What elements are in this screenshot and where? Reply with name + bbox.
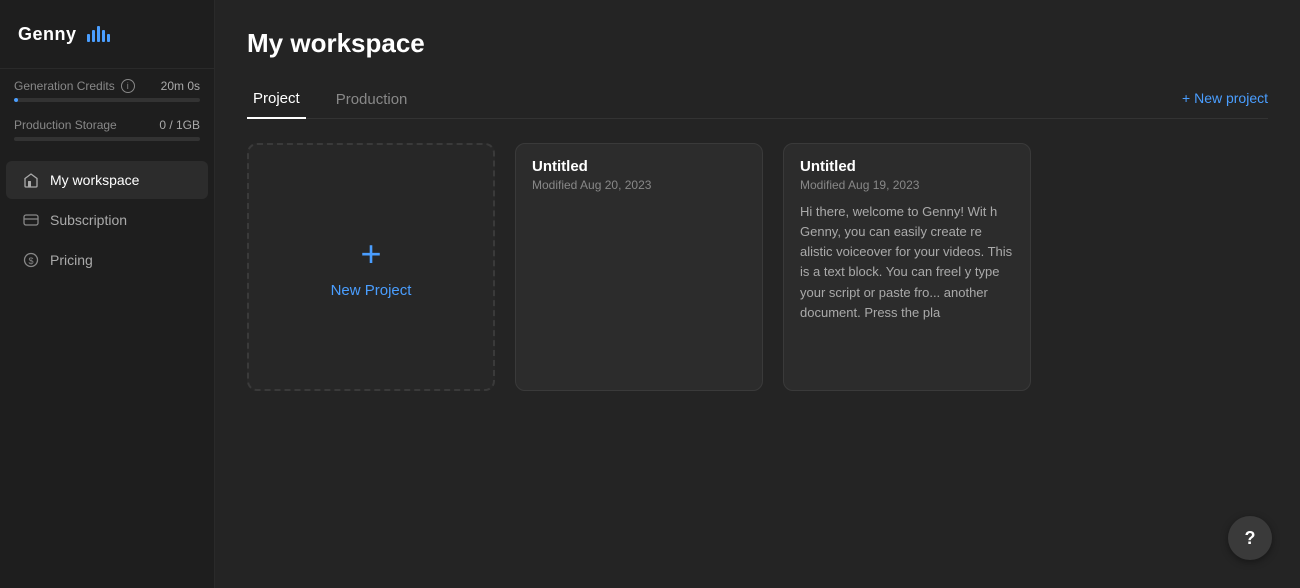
sidebar-item-pricing[interactable]: $ Pricing (6, 241, 208, 279)
logo-icon (87, 26, 110, 42)
storage-progress-bar (14, 137, 200, 141)
tab-production[interactable]: Production (330, 81, 414, 118)
credits-value: 20m 0s (161, 79, 200, 93)
project-card-2[interactable]: Untitled Modified Aug 19, 2023 Hi there,… (783, 143, 1031, 391)
logo-bar-1 (87, 34, 90, 42)
card-date-2: Modified Aug 19, 2023 (800, 178, 1014, 192)
help-button[interactable]: ? (1228, 516, 1272, 560)
storage-value: 0 / 1GB (159, 118, 200, 132)
new-project-button[interactable]: + New project (1182, 82, 1268, 114)
credits-section: Generation Credits i 20m 0s (0, 68, 214, 108)
card-date-1: Modified Aug 20, 2023 (532, 178, 746, 192)
new-project-plus-icon: + (360, 236, 381, 272)
storage-label-text: Production Storage (14, 118, 117, 132)
new-project-card[interactable]: + New Project (247, 143, 495, 391)
home-icon (22, 171, 40, 189)
sidebar: Genny Generation Credits i 20m 0s Produc… (0, 0, 215, 588)
subscription-icon (22, 211, 40, 229)
main-header: My workspace Project Production + New pr… (215, 0, 1300, 119)
storage-label-row: Production Storage 0 / 1GB (14, 118, 200, 132)
sidebar-nav: My workspace Subscription $ Pricing (0, 151, 214, 588)
logo-bar-4 (102, 30, 105, 42)
tab-project[interactable]: Project (247, 80, 306, 119)
card-header-2: Untitled Modified Aug 19, 2023 (784, 144, 1030, 202)
storage-section: Production Storage 0 / 1GB (0, 108, 214, 151)
sidebar-item-subscription[interactable]: Subscription (6, 201, 208, 239)
card-title-1: Untitled (532, 158, 746, 175)
page-title: My workspace (247, 28, 1268, 59)
logo-bar-2 (92, 30, 95, 42)
credits-progress-fill (14, 98, 18, 102)
credits-label-row: Generation Credits i 20m 0s (14, 79, 200, 93)
svg-text:$: $ (28, 256, 33, 266)
new-project-card-label: New Project (331, 282, 412, 299)
pricing-label: Pricing (50, 252, 93, 268)
credits-info-icon[interactable]: i (121, 79, 135, 93)
app-name: Genny (18, 24, 77, 45)
tabs-row: Project Production + New project (247, 79, 1268, 119)
credits-progress-bar (14, 98, 200, 102)
workspace-label: My workspace (50, 172, 139, 188)
card-title-2: Untitled (800, 158, 1014, 175)
pricing-icon: $ (22, 251, 40, 269)
credits-label-text: Generation Credits (14, 79, 115, 93)
project-card-1[interactable]: Untitled Modified Aug 20, 2023 (515, 143, 763, 391)
logo-bar-3 (97, 26, 100, 42)
logo-bar-5 (107, 34, 110, 42)
projects-grid: + New Project Untitled Modified Aug 20, … (215, 119, 1300, 415)
sidebar-item-workspace[interactable]: My workspace (6, 161, 208, 199)
main-content: My workspace Project Production + New pr… (215, 0, 1300, 588)
card-preview-2: Hi there, welcome to Genny! Wit h Genny,… (784, 202, 1030, 390)
card-header-1: Untitled Modified Aug 20, 2023 (516, 144, 762, 202)
subscription-label: Subscription (50, 212, 127, 228)
logo-area: Genny (0, 0, 214, 68)
card-preview-1 (516, 202, 762, 390)
